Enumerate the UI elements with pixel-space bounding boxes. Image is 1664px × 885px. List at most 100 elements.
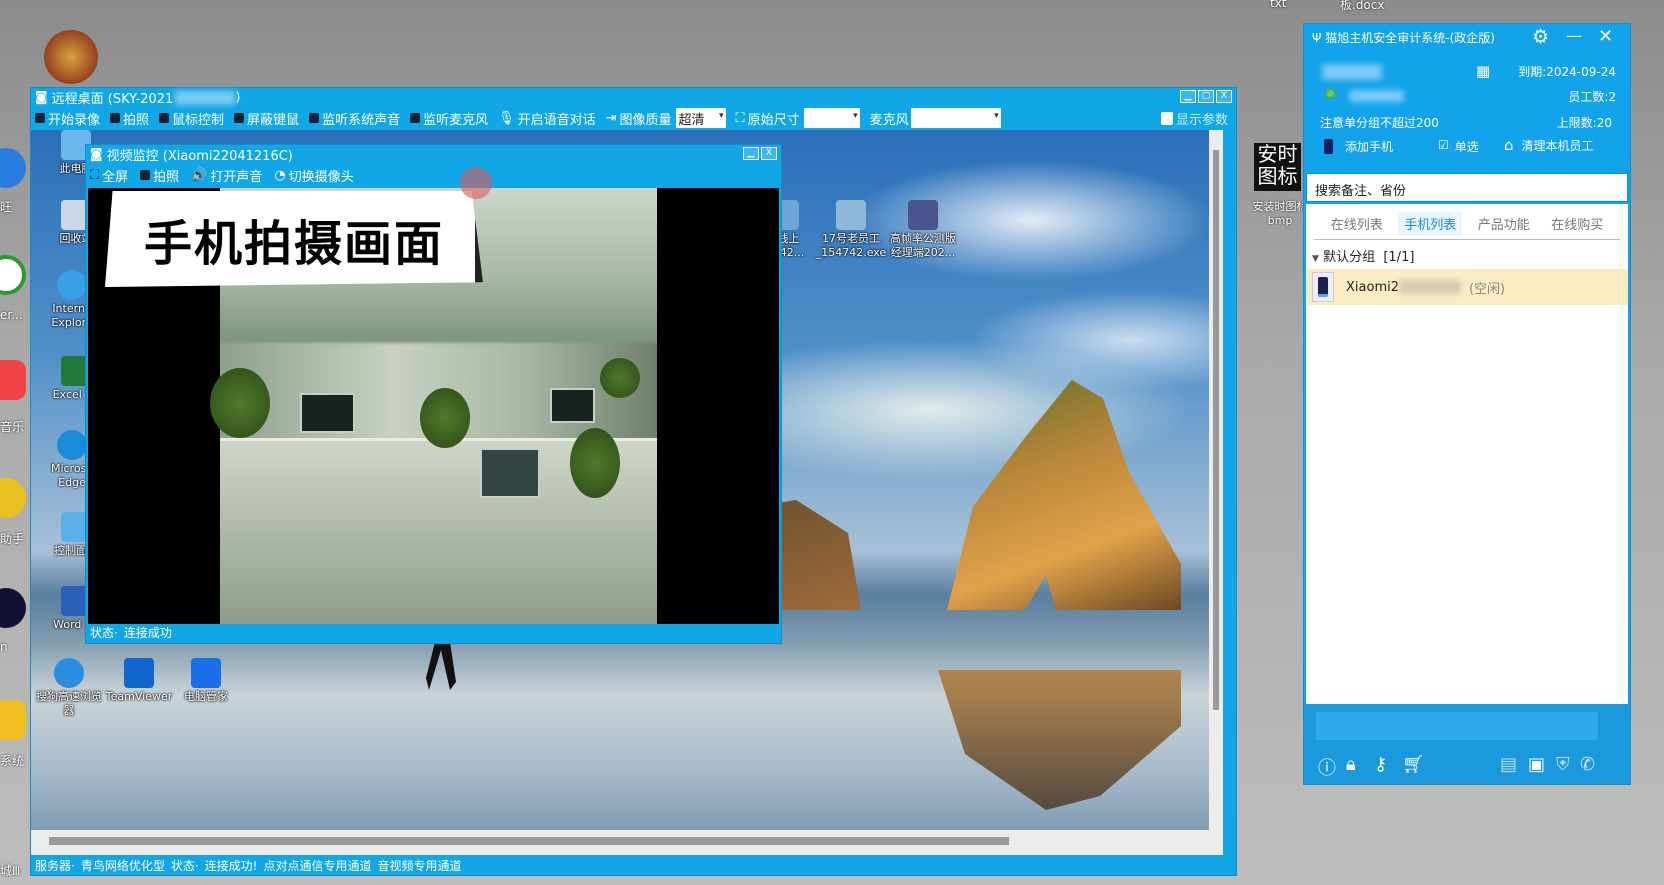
online-status-icon xyxy=(1324,87,1337,100)
monitor xyxy=(550,388,595,423)
photo-button[interactable]: 拍照 xyxy=(140,166,179,185)
panel-title: Ψ 猫旭主机安全审计系统-(政企版) xyxy=(1312,31,1495,45)
minimize-button[interactable]: ▁ xyxy=(1180,90,1196,103)
record-button[interactable]: 开始录像 xyxy=(35,109,100,128)
quality-select[interactable]: 超清 xyxy=(675,108,726,128)
tab-product-features[interactable]: 产品功能 xyxy=(1472,212,1536,236)
window-title: 视频监控 (Xiaomi22041216C) xyxy=(106,149,293,164)
plant xyxy=(420,388,470,448)
fullscreen-button[interactable]: ⛶ 全屏 xyxy=(90,166,128,185)
edge-icon xyxy=(57,430,87,460)
phone-call-icon[interactable]: ✆ xyxy=(1580,754,1595,775)
scroll-thumb[interactable] xyxy=(1213,150,1219,710)
app-icon[interactable] xyxy=(0,148,26,188)
cursor-indicator xyxy=(460,167,492,199)
app-icon[interactable] xyxy=(0,478,26,518)
phone-list: 在线列表 手机列表 产品功能 在线购买 ▼ 默认分组 [1/1] Xiaomi2… xyxy=(1306,204,1628,704)
audit-panel: Ψ 猫旭主机安全审计系统-(政企版) ⚙ — ✕ ▦ 到期:2024-09-24… xyxy=(1303,23,1631,785)
info-icon[interactable]: ⓘ xyxy=(1318,754,1336,780)
document-icon[interactable]: ▤ xyxy=(1500,754,1517,775)
mouse-icon xyxy=(159,113,170,123)
close-button[interactable]: X xyxy=(1216,90,1232,103)
shield-icon[interactable]: ⛨ xyxy=(1556,754,1570,775)
phone-icon xyxy=(1312,272,1334,302)
cart-icon[interactable]: 🛒︎ xyxy=(1402,754,1425,775)
monitor xyxy=(300,393,355,433)
tab-buy-online[interactable]: 在线购买 xyxy=(1545,212,1609,236)
speaker-icon xyxy=(309,113,320,123)
close-button[interactable]: ✕ xyxy=(1598,26,1613,47)
mouse-control-button[interactable]: 鼠标控制 xyxy=(159,109,224,128)
search-input[interactable]: 搜索备注、省份 xyxy=(1306,173,1628,202)
video-icon xyxy=(35,113,45,123)
clear-employees-button[interactable]: ⌂ 清理本机员工 xyxy=(1504,136,1594,154)
plant xyxy=(570,428,620,498)
group-header[interactable]: ▼ 默认分组 [1/1] xyxy=(1306,240,1628,265)
listen-mic-button[interactable]: 监听麦克风 xyxy=(410,109,488,128)
redacted xyxy=(175,90,236,105)
app-icon[interactable] xyxy=(0,360,26,400)
photo-button[interactable]: 拍照 xyxy=(110,109,149,128)
title-bar[interactable]: ◙ 视频监控 (Xiaomi22041216C) xyxy=(86,145,781,164)
plant xyxy=(210,368,270,438)
redacted-username xyxy=(1322,64,1382,80)
voice-chat-button[interactable]: 🎙 开启语音对话 xyxy=(498,109,596,128)
close-button[interactable]: X xyxy=(761,147,777,160)
app-emblem-icon[interactable] xyxy=(44,30,98,84)
vertical-scrollbar[interactable] xyxy=(1209,130,1223,855)
group-note: 注意单分组不超过200 xyxy=(1320,116,1439,130)
switch-camera-button[interactable]: ◔ 切换摄像头 xyxy=(274,166,353,185)
listen-system-button[interactable]: 监听系统声音 xyxy=(309,109,400,128)
block-input-button[interactable]: 屏蔽键鼠 xyxy=(234,109,299,128)
camera-icon xyxy=(110,113,121,123)
panel-footer: ⓘ 🔒︎ ⚷ 🛒︎ ▤ ▣ ⛨ ✆ xyxy=(1304,704,1630,784)
checkbox-icon: ☑ xyxy=(1438,138,1449,152)
size-select[interactable] xyxy=(803,108,860,128)
tab-online-list[interactable]: 在线列表 xyxy=(1325,212,1389,236)
single-select-button[interactable]: ☑ 单选 xyxy=(1438,138,1479,155)
bg-file[interactable]: 板.docx xyxy=(1340,0,1384,13)
app-icon[interactable] xyxy=(0,588,26,628)
tab-phone-list[interactable]: 手机列表 xyxy=(1398,212,1463,236)
bg-file[interactable]: txt xyxy=(1270,0,1287,10)
tab-bar: 在线列表 手机列表 产品功能 在线购买 xyxy=(1314,204,1620,240)
camera-icon xyxy=(140,170,151,180)
side-desktop-icon[interactable]: 安时图标 xyxy=(1254,143,1301,191)
id-card-icon[interactable]: ▣ xyxy=(1528,754,1545,775)
desktop-icon[interactable]: 17号老员工 _154742.exe xyxy=(813,200,889,260)
video-monitor-window: ◙ 视频监控 (Xiaomi22041216C) ▁ X ⛶ 全屏 拍照 🔊 打开声音 … xyxy=(85,144,782,644)
sound-button[interactable]: 🔊 打开声音 xyxy=(191,166,262,185)
mic-select[interactable] xyxy=(910,108,1001,128)
original-size-button[interactable]: ⛶ 原始尺寸 xyxy=(736,109,800,128)
title-bar[interactable]: ◙ 远程桌面 (SKY-2021) xyxy=(31,88,1236,107)
collapse-icon: ▼ xyxy=(1312,254,1319,264)
icon-label: 系统 xyxy=(0,754,25,768)
list-item[interactable]: Xiaomi2 (空闲) xyxy=(1306,269,1628,305)
desktop-icon[interactable]: 电脑管家 xyxy=(171,658,241,704)
desktop-icon[interactable]: 高帧率公测版 经理端202... xyxy=(885,200,961,260)
plant xyxy=(600,358,640,398)
maximize-button[interactable]: ▢ xyxy=(1198,90,1214,103)
minimize-button[interactable]: — xyxy=(1566,26,1582,45)
calendar-icon[interactable]: ▦ xyxy=(1476,62,1490,80)
horizontal-scrollbar[interactable] xyxy=(49,837,1009,845)
settings-icon[interactable]: ⚙ xyxy=(1532,26,1549,48)
app-icon[interactable] xyxy=(0,700,26,740)
redacted xyxy=(1398,280,1461,294)
add-phone-button[interactable]: 添加手机 xyxy=(1324,138,1393,155)
desktop-icon[interactable]: 搜狗高速浏览器 xyxy=(31,658,107,718)
mic-label: 麦克风 xyxy=(869,112,909,128)
icon-label: n xyxy=(0,640,8,654)
switch-camera-icon: ◔ xyxy=(274,167,286,183)
lock-icon[interactable]: 🔒︎ xyxy=(1346,754,1356,775)
show-params-checkbox[interactable]: 显示参数 xyxy=(1160,109,1228,128)
basket-icon: ⌂ xyxy=(1504,136,1514,154)
icon-label: 城Ⅲ xyxy=(0,864,21,878)
desktop-icon[interactable]: TeamViewer xyxy=(101,658,177,704)
app-icon[interactable] xyxy=(0,255,26,295)
key-icon[interactable]: ⚷ xyxy=(1374,754,1387,775)
icon-label: 旺 xyxy=(0,200,13,214)
minimize-button[interactable]: ▁ xyxy=(743,147,759,160)
image-quality-label: ⇥ 图像质量 xyxy=(605,110,672,128)
message-input[interactable] xyxy=(1316,712,1598,740)
